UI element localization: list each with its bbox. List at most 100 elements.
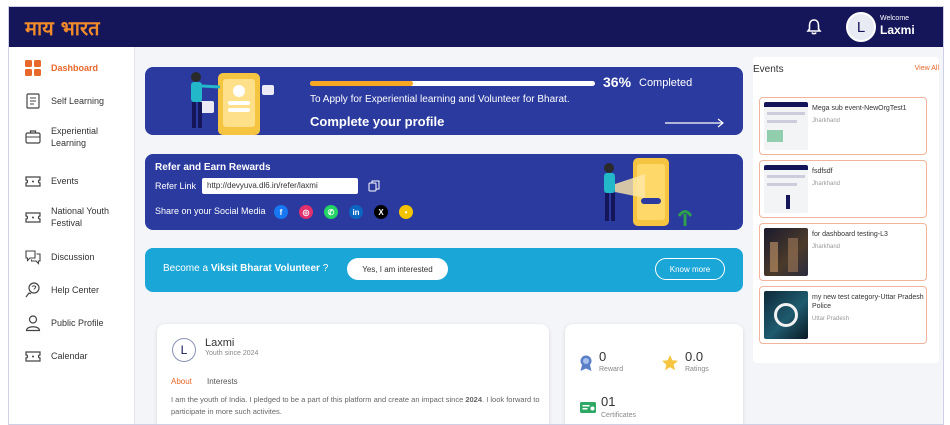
welcome-user-name: Laxmi [880,23,915,37]
event-location: Jharkhand [812,181,841,187]
sidebar-item-experiential-learning[interactable]: Experiential Learning [9,125,135,149]
facebook-icon[interactable]: f [274,205,288,219]
book-icon [26,93,40,109]
event-thumbnail [764,291,808,339]
event-card[interactable]: fsdfsdf Jharkhand [759,160,927,218]
event-title: fsdfsdf [812,168,833,175]
sidebar-item-label: Discussion [51,252,95,262]
volunteer-card: Become a Viksit Bharat Volunteer ? Yes, … [145,248,743,292]
x-icon[interactable]: X [374,205,388,219]
event-location: Jharkhand [812,118,841,124]
profile-progress-value: 36% [603,74,632,90]
chat-icon [25,250,41,265]
notification-bell-icon[interactable] [804,17,824,37]
sidebar-item-calendar[interactable]: Calendar [9,347,135,365]
sidebar-item-label: Calendar [51,351,88,361]
refer-earn-card: Refer and Earn Rewards Refer Link http:/… [145,154,743,230]
sidebar-item-help-center[interactable]: Help Center [9,281,135,299]
top-bar: माय भारत L Welcome Laxmi [9,7,943,47]
view-all-link[interactable]: View All [915,65,939,72]
reward-value: 0 [599,349,607,364]
profile-progress-fill [310,81,413,86]
refer-link-field[interactable]: http://devyuva.dl6.in/refer/laxmi [202,178,358,194]
event-title: for dashboard testing-L3 [812,231,888,238]
user-icon [25,315,41,332]
events-title: Events [753,64,784,75]
sidebar-item-events[interactable]: Events [9,172,135,190]
sidebar-item-label: Self Learning [51,96,105,106]
event-location: Jharkhand [812,244,841,250]
sidebar-item-public-profile[interactable]: Public Profile [9,314,135,332]
ratings-value: 0.0 [685,349,704,364]
sidebar-item-dashboard[interactable]: Dashboard [9,59,135,77]
dashboard-icon [25,60,41,76]
yes-interested-button[interactable]: Yes, I am interested [347,258,448,280]
sidebar: Dashboard Self Learning Experiential Lea… [9,47,135,424]
user-avatar[interactable]: L [846,12,876,42]
koo-icon[interactable]: • [399,205,413,219]
certificates-value: 01 [601,394,616,409]
ticket-icon [25,176,41,187]
ratings-label: Ratings [685,366,709,373]
copy-icon[interactable] [368,180,380,192]
profile-since: Youth since 2024 [205,350,259,357]
event-title: Mega sub event-NewOrgTest1 [812,105,907,112]
instagram-icon[interactable]: ◎ [299,205,313,219]
profile-banner-subtitle: To Apply for Experiential learning and V… [310,94,570,105]
events-panel: Events View All Mega sub event-NewOrgTes… [753,57,939,363]
briefcase-icon [25,130,41,144]
refer-title: Refer and Earn Rewards [155,162,271,173]
bio-year: 2024 [465,395,483,404]
complete-profile-link[interactable]: Complete your profile [310,114,444,129]
share-label: Share on your Social Media [155,206,266,216]
stats-card: 0 Reward 0.0 Ratings 01 Certificates [565,324,743,424]
certificate-icon [580,402,596,413]
sidebar-item-discussion[interactable]: Discussion [9,248,135,266]
sidebar-item-label: Public Profile [51,318,104,328]
arrow-right-icon[interactable] [665,117,727,129]
app-logo[interactable]: माय भारत [25,13,100,41]
event-card[interactable]: for dashboard testing-L3 Jharkhand [759,223,927,281]
tab-about[interactable]: About [171,377,192,386]
certificates-label: Certificates [601,412,637,419]
tab-interests[interactable]: Interests [207,377,238,386]
sidebar-item-self-learning[interactable]: Self Learning [9,92,135,110]
event-location: Uttar Pradesh [812,316,850,322]
help-icon [25,282,40,298]
event-thumbnail [764,102,808,150]
event-thumbnail [764,228,808,276]
sidebar-item-label: Events [51,176,79,186]
volunteer-text: Become a Viksit Bharat Volunteer ? [163,263,328,274]
avatar-initial: L [856,18,866,36]
bio-prefix: I am the youth of India. I pledged to be… [171,395,466,404]
volunteer-prefix: Become a [163,263,211,274]
sidebar-item-label: Experiential Learning [51,126,99,148]
know-more-button[interactable]: Know more [655,258,725,280]
profile-progress-label: Completed [639,77,693,89]
event-title: my new test category-Uttar Pradesh Polic… [812,294,924,310]
logo-text: माय भारत [25,15,100,40]
sidebar-item-label: Help Center [51,285,100,295]
ticket-icon [25,212,41,223]
complete-profile-banner[interactable]: 36% Completed To Apply for Experiential … [145,67,743,135]
linkedin-icon[interactable]: in [349,205,363,219]
volunteer-highlight: Viksit Bharat Volunteer [210,263,320,274]
user-profile-card: L Laxmi Youth since 2024 About Interests… [157,324,549,424]
profile-progress-bar [310,81,595,86]
event-thumbnail [764,165,808,213]
refer-link-label: Refer Link [155,181,197,191]
event-card[interactable]: Mega sub event-NewOrgTest1 Jharkhand [759,97,927,155]
reward-medal-icon [580,355,592,371]
sidebar-item-label: National Youth Festival [51,206,110,228]
sidebar-item-national-youth-festival[interactable]: National Youth Festival [9,205,135,229]
welcome-label: Welcome [880,15,910,22]
welcome-block[interactable]: Welcome Laxmi [880,15,915,37]
refer-illustration [604,158,693,226]
volunteer-suffix: ? [319,263,329,274]
profile-name: Laxmi [205,337,235,349]
star-icon [662,355,678,371]
whatsapp-icon[interactable]: ✆ [324,205,338,219]
profile-illustration [191,72,274,135]
event-card[interactable]: my new test category-Uttar Pradesh Polic… [759,286,927,344]
sidebar-item-label: Dashboard [51,63,99,73]
